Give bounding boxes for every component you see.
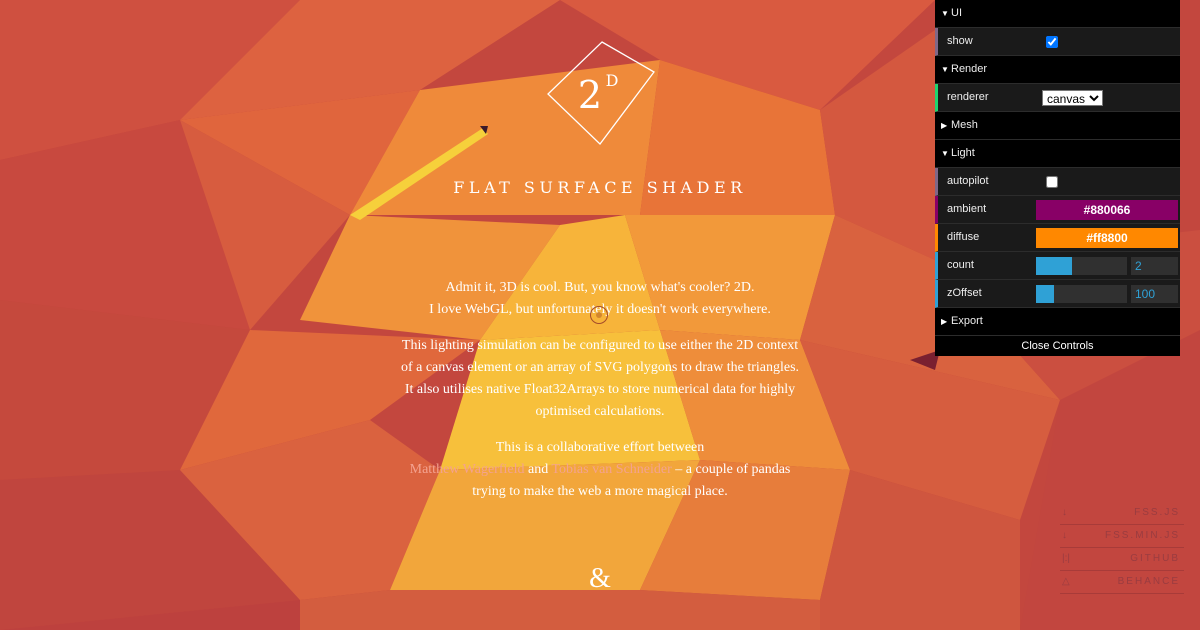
diffuse-color-swatch[interactable]: #ff8800 (1036, 228, 1178, 248)
link-github[interactable]: |:| GITHUB (1060, 548, 1184, 571)
diffuse-label: diffuse (947, 231, 980, 243)
caret-right-icon: ▶ (941, 317, 948, 326)
link-label: BEHANCE (1117, 576, 1180, 587)
author-link-tobias[interactable]: Tobias van Schneider (551, 462, 671, 477)
ambient-label: ambient (947, 203, 987, 215)
folder-mesh[interactable]: ▶ Mesh (935, 112, 1180, 140)
renderer-control: renderer canvas (935, 84, 1180, 112)
autopilot-control: autopilot (935, 168, 1180, 196)
folder-render[interactable]: ▼ Render (935, 56, 1180, 84)
link-label: FSS.MIN.JS (1104, 530, 1180, 541)
link-label: GITHUB (1130, 553, 1180, 564)
intro-paragraph-3: This is a collaborative effort between M… (400, 437, 800, 503)
link-label: FSS.JS (1134, 507, 1180, 518)
count-input[interactable]: 2 (1131, 257, 1178, 275)
ambient-control: ambient #880066 (935, 196, 1180, 224)
logo-2d: 2 D (546, 40, 658, 148)
download-icon: ↓ (1062, 530, 1067, 541)
controls-panel: ▼ UI show ▼ Render renderer canvas ▶ Mesh ▼… (935, 0, 1180, 356)
folder-ui-label: UI (951, 7, 962, 19)
zoffset-control: zOffset 100 (935, 280, 1180, 308)
intro-line-1: Admit it, 3D is cool. But, you know what… (445, 280, 755, 295)
github-icon: |:| (1062, 553, 1070, 564)
autopilot-label: autopilot (947, 175, 989, 187)
folder-ui[interactable]: ▼ UI (935, 0, 1180, 28)
count-slider[interactable] (1036, 257, 1127, 275)
caret-down-icon: ▼ (941, 65, 949, 74)
renderer-label: renderer (947, 91, 989, 103)
renderer-select[interactable]: canvas (1042, 90, 1103, 106)
folder-mesh-label: Mesh (951, 119, 978, 131)
count-slider-fill (1036, 257, 1073, 275)
author-link-matthew[interactable]: Matthew Wagerfield (410, 462, 525, 477)
folder-export[interactable]: ▶ Export (935, 308, 1180, 336)
show-label: show (947, 35, 973, 47)
zoffset-slider[interactable] (1036, 285, 1127, 303)
zoffset-slider-fill (1036, 285, 1055, 303)
caret-down-icon: ▼ (941, 9, 949, 18)
logo-superscript: D (606, 71, 619, 90)
logo-number: 2 (578, 73, 602, 117)
folder-light-label: Light (951, 147, 975, 159)
ampersand-logo: & (589, 563, 611, 594)
show-control: show (935, 28, 1180, 56)
link-fss-min-js[interactable]: ↓ FSS.MIN.JS (1060, 525, 1184, 548)
download-icon: ↓ (1062, 507, 1067, 518)
behance-icon: △ (1062, 576, 1070, 587)
count-label: count (947, 259, 974, 271)
ambient-color-swatch[interactable]: #880066 (1036, 200, 1178, 220)
zoffset-label: zOffset (947, 287, 982, 299)
download-links: ↓ FSS.JS ↓ FSS.MIN.JS |:| GITHUB △ BEHAN… (1060, 502, 1184, 594)
autopilot-checkbox[interactable] (1046, 176, 1058, 188)
link-fss-js[interactable]: ↓ FSS.JS (1060, 502, 1184, 525)
cursor-icon (590, 306, 608, 324)
folder-light[interactable]: ▼ Light (935, 140, 1180, 168)
and-text: and (527, 462, 549, 477)
link-behance[interactable]: △ BEHANCE (1060, 571, 1184, 594)
collab-prefix: This is a collaborative effort between (495, 440, 705, 455)
folder-render-label: Render (951, 63, 988, 75)
folder-export-label: Export (951, 315, 983, 327)
close-controls-button[interactable]: Close Controls (935, 336, 1180, 356)
diffuse-control: diffuse #ff8800 (935, 224, 1180, 252)
intro-paragraph-2: This lighting simulation can be configur… (400, 338, 800, 419)
show-checkbox[interactable] (1046, 36, 1058, 48)
zoffset-input[interactable]: 100 (1131, 285, 1178, 303)
count-control: count 2 (935, 252, 1180, 280)
caret-right-icon: ▶ (941, 121, 948, 130)
caret-down-icon: ▼ (941, 149, 949, 158)
